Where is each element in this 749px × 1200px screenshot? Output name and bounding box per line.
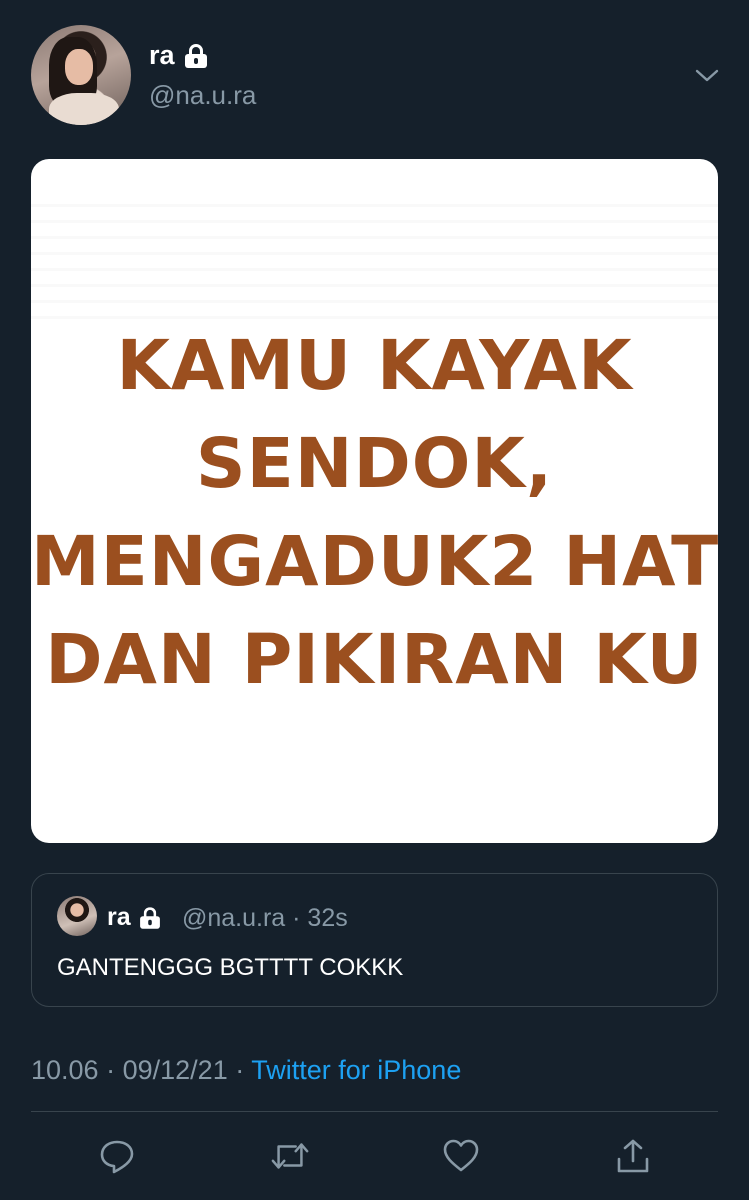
retweet-icon xyxy=(271,1143,309,1169)
meme-text: KAMU KAYAK SENDOK, MENGADUK2 HATI DAN PI… xyxy=(31,317,718,709)
quoted-display-name: ra xyxy=(107,903,161,932)
lock-icon xyxy=(184,43,207,68)
divider xyxy=(31,1111,718,1112)
tweet-source-link[interactable]: Twitter for iPhone xyxy=(251,1055,461,1085)
tweet-date: 09/12/21 xyxy=(122,1055,228,1085)
display-name-text[interactable]: ra xyxy=(149,40,175,71)
meme-line-2: SENDOK, xyxy=(195,424,554,504)
user-handle[interactable]: @na.u.ra xyxy=(149,80,256,111)
lock-icon xyxy=(139,906,160,929)
quoted-avatar xyxy=(57,896,97,936)
tweet-header: ra @na.u.ra xyxy=(0,0,749,140)
tweet-media-image[interactable]: KAMU KAYAK SENDOK, MENGADUK2 HATI DAN PI… xyxy=(31,159,718,843)
share-button[interactable] xyxy=(613,1136,653,1176)
reply-icon xyxy=(100,1140,134,1174)
image-texture xyxy=(31,199,718,319)
separator: · xyxy=(106,1055,116,1085)
display-name[interactable]: ra xyxy=(149,40,207,71)
meme-line-3: MENGADUK2 HATI xyxy=(31,522,718,602)
tweet-metadata: 10.06 · 09/12/21 · Twitter for iPhone xyxy=(31,1055,461,1086)
like-icon xyxy=(443,1139,479,1172)
quoted-tweet[interactable]: ra @na.u.ra · 32s GANTENGGG BGTTTT COKKK xyxy=(31,873,718,1007)
quoted-handle-time: @na.u.ra · 32s xyxy=(182,904,348,932)
quoted-display-name-text: ra xyxy=(107,903,131,931)
avatar[interactable] xyxy=(31,25,131,125)
meme-line-1: KAMU KAYAK xyxy=(116,326,633,406)
reply-button[interactable] xyxy=(97,1136,137,1176)
quoted-tweet-text: GANTENGGG BGTTTT COKKK xyxy=(57,954,404,981)
like-button[interactable] xyxy=(441,1136,481,1176)
avatar-face xyxy=(65,49,93,85)
action-bar xyxy=(0,1136,749,1176)
separator: · xyxy=(235,1055,245,1085)
tweet-time: 10.06 xyxy=(31,1055,99,1085)
retweet-button[interactable] xyxy=(270,1136,310,1176)
chevron-down-icon[interactable] xyxy=(694,62,720,88)
share-icon xyxy=(617,1139,649,1173)
meme-line-4: DAN PIKIRAN KU xyxy=(45,620,704,700)
avatar-shirt xyxy=(49,93,119,125)
